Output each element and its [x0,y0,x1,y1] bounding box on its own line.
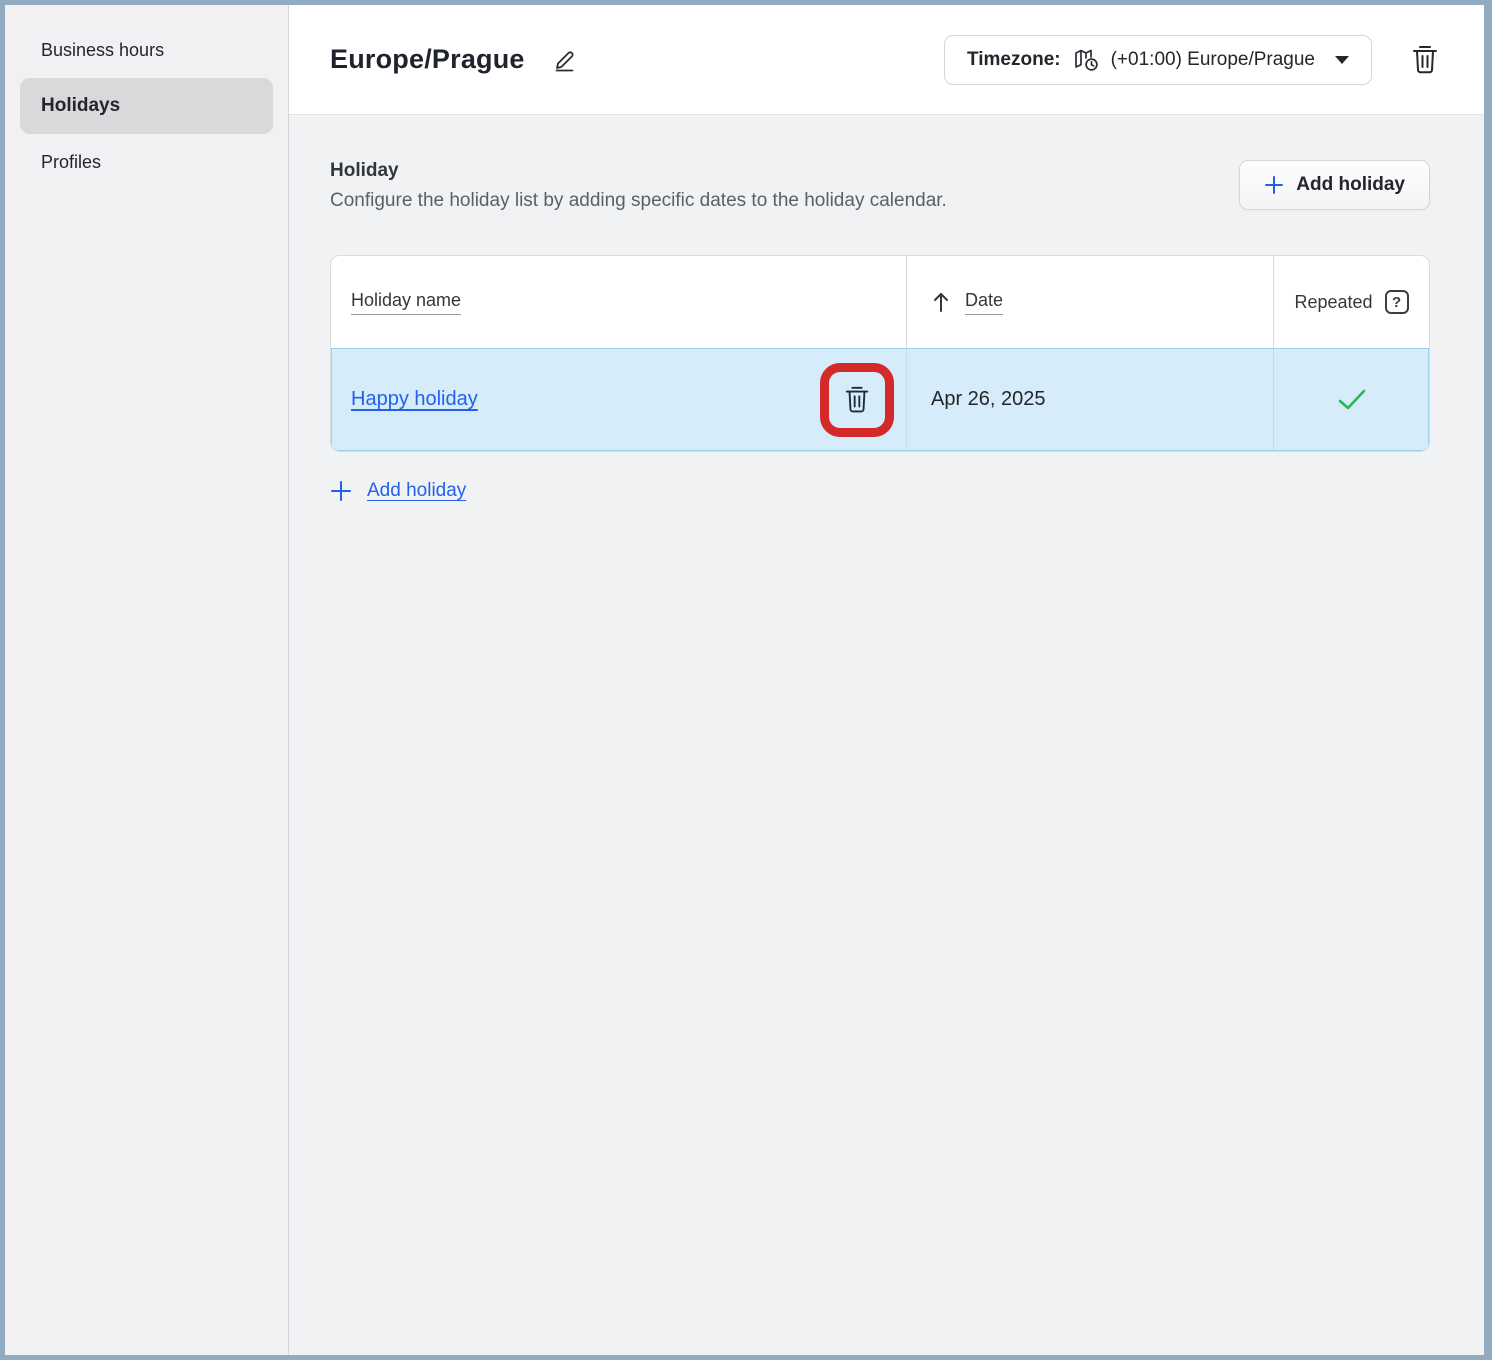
holidays-content: Holiday Configure the holiday list by ad… [289,115,1484,507]
sidebar-item-holidays[interactable]: Holidays [20,78,273,134]
holiday-table-row[interactable]: Happy holiday [331,348,1429,451]
main-panel: Europe/Prague Timezone: [289,5,1484,1355]
holiday-table-header: Holiday name Date Repeated ? [331,256,1429,348]
holiday-date: Apr 26, 2025 [931,388,1046,411]
plus-icon [330,480,352,502]
plus-icon [1264,175,1284,195]
trash-icon [843,385,871,415]
holiday-section-text: Holiday Configure the holiday list by ad… [330,160,947,212]
edit-title-button[interactable] [547,42,582,77]
repeated-check-icon [1336,387,1368,413]
timezone-select[interactable]: Timezone: (+01:00) Europe/Prague [944,35,1372,85]
map-clock-icon [1073,47,1101,73]
delete-schedule-button[interactable] [1404,38,1446,82]
section-description: Configure the holiday list by adding spe… [330,190,947,212]
app-window: Business hours Holidays Profiles Europe/… [0,0,1492,1360]
add-holiday-button-label: Add holiday [1296,174,1405,196]
page-title: Europe/Prague [330,44,525,75]
add-holiday-button[interactable]: Add holiday [1239,160,1430,210]
header-cell-date: Date [906,256,1273,348]
edit-pencil-icon [551,46,578,73]
section-title: Holiday [330,160,947,182]
row-cell-repeated [1273,348,1429,451]
caret-down-icon [1335,56,1349,64]
header-cell-repeated: Repeated ? [1273,256,1429,348]
sidebar-item-label: Profiles [41,152,101,173]
holiday-name-column-header[interactable]: Holiday name [351,290,461,315]
sort-ascending-icon[interactable] [931,290,951,314]
schedule-header: Europe/Prague Timezone: [289,5,1484,115]
timezone-value: (+01:00) Europe/Prague [1111,49,1315,71]
timezone-label: Timezone: [967,49,1061,71]
delete-holiday-button[interactable] [837,379,877,421]
sidebar-item-label: Holidays [41,95,120,117]
add-holiday-link[interactable]: Add holiday [330,480,466,502]
row-cell-holiday-name: Happy holiday [331,348,906,451]
header-cell-holiday-name: Holiday name [331,256,906,348]
repeated-help-icon[interactable]: ? [1385,290,1409,314]
row-delete-wrap [820,363,894,437]
repeated-column-header: Repeated [1294,292,1372,313]
row-cell-date: Apr 26, 2025 [906,348,1273,451]
sidebar-item-profiles[interactable]: Profiles [5,134,288,190]
sidebar-item-business-hours[interactable]: Business hours [5,22,288,78]
holiday-table: Holiday name Date Repeated ? [330,255,1430,452]
add-holiday-link-label: Add holiday [367,480,466,502]
holiday-name-link[interactable]: Happy holiday [351,388,478,411]
settings-sidebar: Business hours Holidays Profiles [5,5,289,1355]
holiday-section-header: Holiday Configure the holiday list by ad… [330,160,1430,212]
date-column-header[interactable]: Date [965,290,1003,315]
trash-icon [1410,44,1440,76]
sidebar-item-label: Business hours [41,40,164,61]
